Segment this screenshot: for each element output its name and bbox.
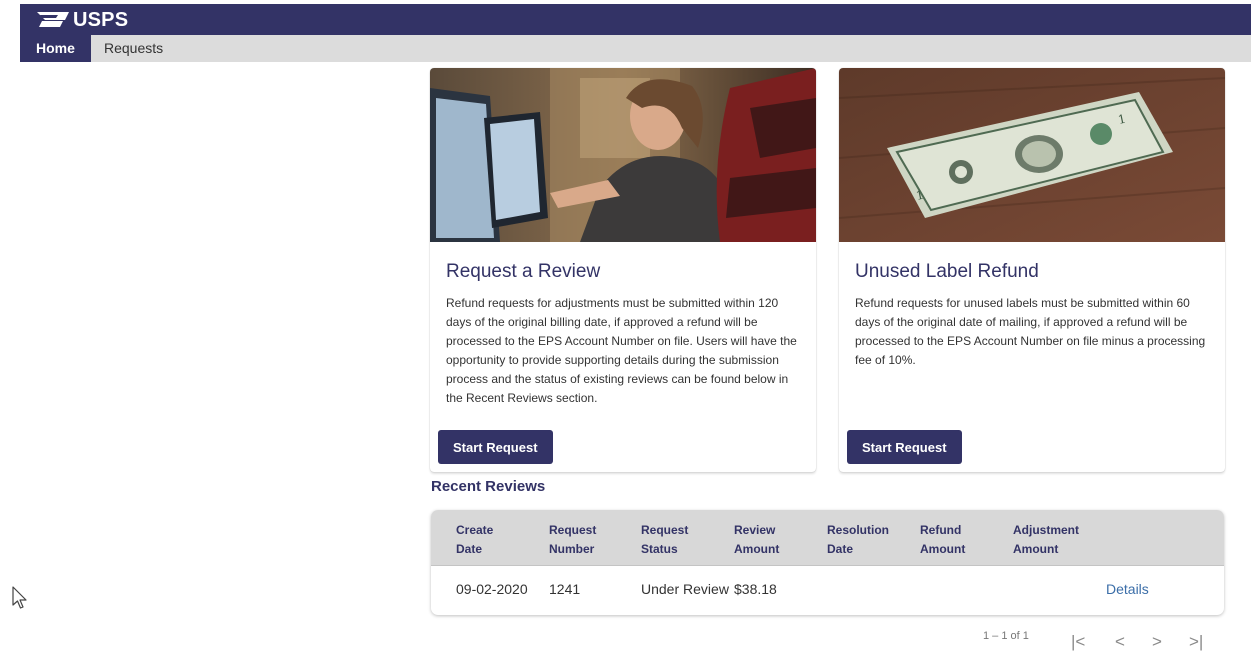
next-page-icon[interactable]: > [1152, 632, 1162, 652]
cell-create-date: 09-02-2020 [456, 581, 528, 597]
header-line: Review [734, 523, 776, 537]
header-line: Request [641, 523, 689, 537]
table-header: Create Date Request Number Request Statu… [431, 510, 1224, 566]
header-line: Amount [920, 542, 966, 556]
header-line: Adjustment [1013, 523, 1079, 537]
recent-reviews-heading: Recent Reviews [431, 478, 546, 495]
tab-requests[interactable]: Requests [88, 35, 179, 62]
column-header-adjustment-amount[interactable]: Adjustment Amount [1013, 521, 1093, 559]
dollar-bill-photo: 1 1 [839, 68, 1225, 242]
pagination-range: 1 – 1 of 1 [983, 630, 1029, 642]
start-unused-label-refund-button[interactable]: Start Request [847, 430, 962, 464]
cell-request-number: 1241 [549, 581, 581, 597]
header-line: Refund [920, 523, 962, 537]
details-link[interactable]: Details [1106, 581, 1149, 597]
card-title: Unused Label Refund [855, 261, 1039, 282]
header-line: Number [549, 542, 595, 556]
header-line: Date [827, 542, 854, 556]
start-request-review-button[interactable]: Start Request [438, 430, 553, 464]
column-header-create-date[interactable]: Create Date [456, 521, 536, 559]
main-nav: Home Requests [20, 35, 1251, 62]
brand-name: USPS [73, 8, 129, 31]
card-description: Refund requests for adjustments must be … [446, 296, 797, 405]
cell-review-amount: $38.18 [734, 581, 777, 597]
request-review-card: Request a Review Refund requests for adj… [430, 68, 816, 472]
usps-eagle-icon [36, 10, 70, 30]
woman-at-computer-photo [430, 68, 816, 242]
column-header-request-number[interactable]: Request Number [549, 521, 629, 559]
header-line: Amount [1013, 542, 1059, 556]
prev-page-icon[interactable]: < [1115, 632, 1125, 652]
header-line: Resolution [827, 523, 889, 537]
usps-logo[interactable]: USPS [36, 7, 128, 33]
column-header-refund-amount[interactable]: Refund Amount [920, 521, 1000, 559]
card-description: Refund requests for unused labels must b… [855, 296, 1206, 367]
column-header-review-amount[interactable]: Review Amount [734, 521, 814, 559]
first-page-icon[interactable]: |< [1071, 632, 1085, 652]
top-bar: USPS [20, 4, 1251, 35]
unused-label-refund-card: 1 1 Unused Label Refund Refund requests … [839, 68, 1225, 472]
tab-home[interactable]: Home [20, 35, 91, 62]
column-header-request-status[interactable]: Request Status [641, 521, 721, 559]
last-page-icon[interactable]: >| [1189, 632, 1203, 652]
recent-reviews-table: Create Date Request Number Request Statu… [431, 510, 1224, 615]
header-line: Amount [734, 542, 780, 556]
header-line: Request [549, 523, 597, 537]
card-title: Request a Review [446, 261, 601, 282]
mouse-pointer-icon [12, 586, 28, 615]
cell-request-status: Under Review [641, 581, 729, 597]
header-line: Create [456, 523, 494, 537]
header-line: Status [641, 542, 678, 556]
column-header-resolution-date[interactable]: Resolution Date [827, 521, 907, 559]
header-line: Date [456, 542, 483, 556]
